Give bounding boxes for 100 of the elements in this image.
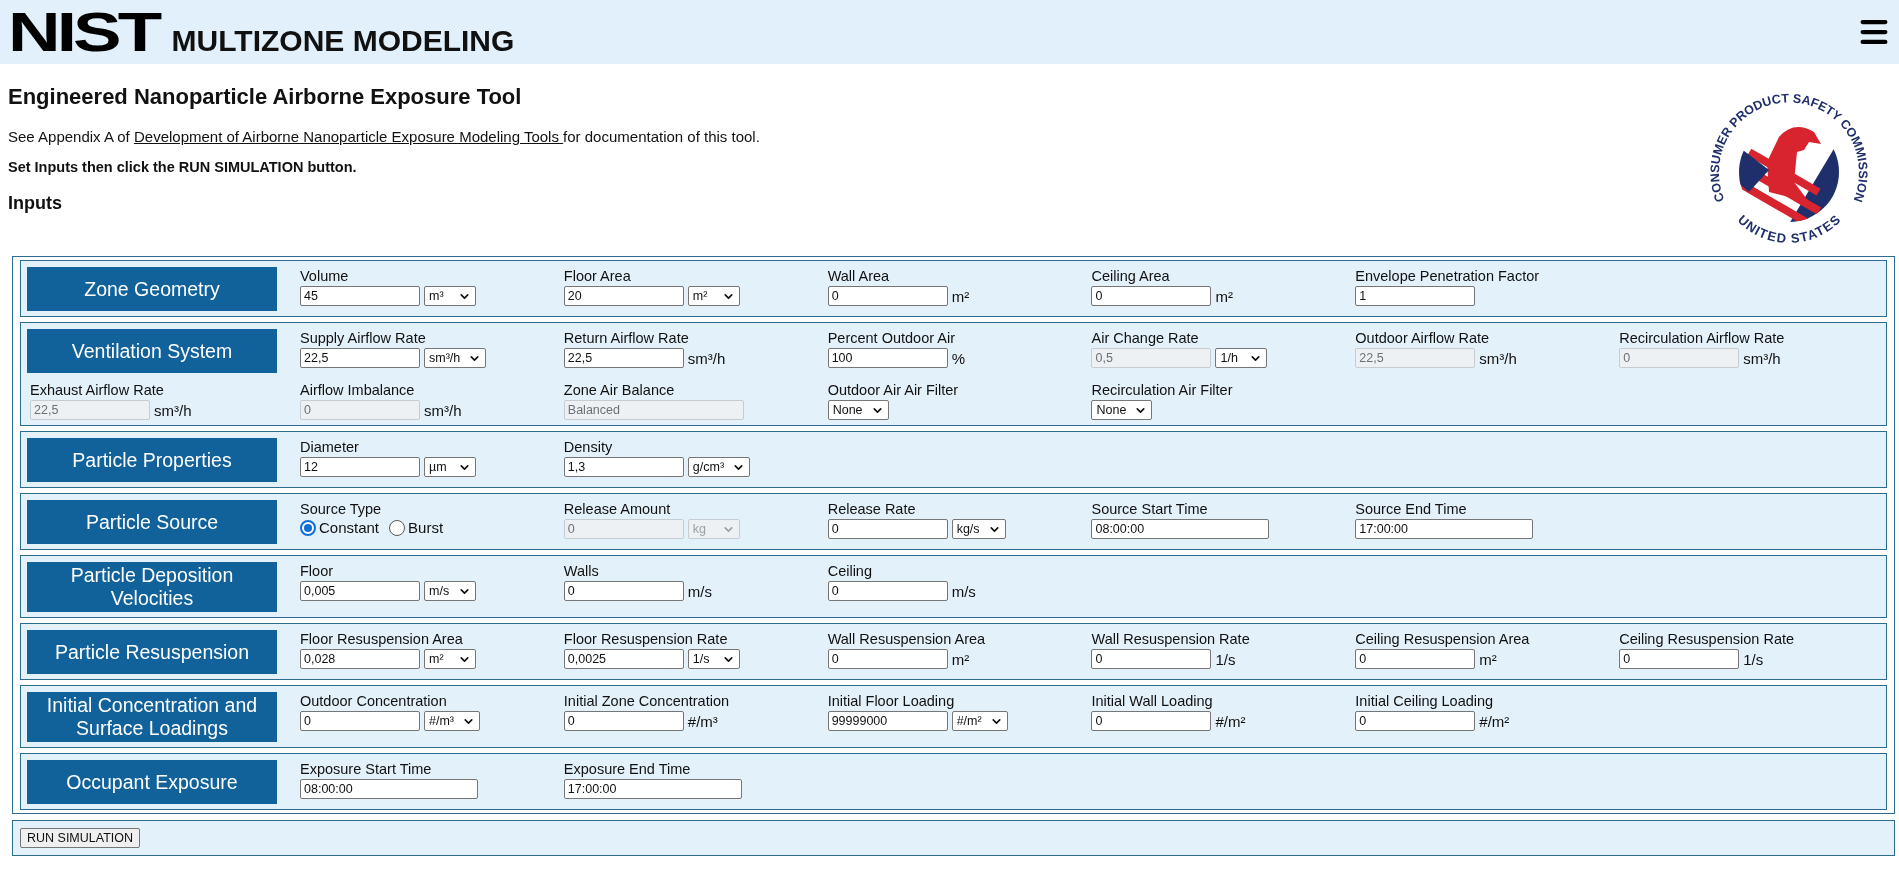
dropdown-select[interactable]: kg/s (951, 519, 1006, 539)
unit-label: m² (951, 650, 970, 668)
unit-label: #/m² (1479, 712, 1510, 730)
text-field[interactable]: 0 (300, 711, 420, 731)
text-field[interactable]: 20 (563, 286, 684, 306)
text-field[interactable]: 0 (827, 649, 948, 669)
dropdown-select[interactable]: µm (424, 457, 476, 477)
section-title: Particle Source (27, 500, 277, 544)
text-field[interactable]: 17:00:00 (1355, 519, 1534, 539)
radio-option[interactable]: Burst (389, 519, 444, 536)
dropdown-select[interactable]: g/cm³ (687, 457, 751, 477)
dropdown-select[interactable]: m/s (424, 581, 476, 601)
unit-label: m/s (687, 582, 712, 600)
section-title: Occupant Exposure (27, 760, 277, 804)
field-label: Outdoor Concentration (300, 692, 448, 710)
text-field[interactable]: 0 (563, 581, 684, 601)
unit-label: sm³/h (687, 349, 726, 367)
text-field[interactable]: 0 (1619, 649, 1740, 669)
radio-option[interactable]: Constant (300, 519, 380, 536)
text-field[interactable]: 45 (300, 286, 420, 306)
dropdown-select[interactable]: m³ (424, 286, 476, 306)
dropdown-select[interactable]: sm³/h (424, 348, 487, 368)
text-field[interactable]: 0 (1355, 649, 1476, 669)
text-field[interactable]: 0 (827, 286, 948, 306)
section-title: Particle Properties (27, 438, 277, 482)
brand-logo: NIST (8, 10, 159, 54)
field-label: Envelope Penetration Factor (1355, 267, 1541, 285)
unit-label: m² (951, 287, 970, 305)
run-simulation-button[interactable]: RUN SIMULATION (20, 828, 141, 848)
field-label: Density (563, 438, 614, 456)
instruction-text: Set Inputs then click the RUN SIMULATION button. (8, 159, 358, 175)
section-title: Particle Deposition Velocities (27, 562, 277, 612)
unit-label: 1/s (1743, 650, 1764, 668)
field-label: Wall Resuspension Rate (1091, 630, 1251, 648)
field-label: Source Start Time (1091, 500, 1209, 518)
dropdown-select[interactable]: 1/s (687, 649, 740, 669)
unit-label: m² (1215, 287, 1233, 305)
text-field[interactable]: 1 (1355, 286, 1476, 306)
text-field[interactable]: 0 (1091, 286, 1212, 306)
text-field[interactable]: 22,5 (563, 348, 684, 368)
unit-label: m/s (951, 582, 976, 600)
text-field[interactable]: 22,5 (300, 348, 420, 368)
dropdown-select[interactable]: m² (424, 649, 476, 669)
inputs-heading: Inputs (8, 193, 63, 214)
unit-label: m² (1479, 650, 1497, 668)
field-label: Wall Area (827, 267, 891, 285)
text-field[interactable]: 0 (1091, 649, 1212, 669)
unit-label: sm³/h (154, 401, 192, 419)
unit-label: #/m³ (687, 712, 718, 730)
field-label: Initial Wall Loading (1091, 692, 1214, 710)
field-label: Source Type (300, 500, 383, 518)
unit-label: 1/s (1215, 650, 1236, 668)
field-label: Initial Ceiling Loading (1355, 692, 1495, 710)
field-label: Ceiling Area (1091, 267, 1171, 285)
field-label: Recirculation Air Filter (1091, 381, 1234, 399)
text-field[interactable]: 0,028 (300, 649, 420, 669)
text-field[interactable]: 100 (827, 348, 948, 368)
dropdown-select[interactable]: #/m³ (424, 711, 480, 731)
field-label: Ceiling Resuspension Area (1355, 630, 1531, 648)
field-label: Ceiling Resuspension Rate (1619, 630, 1796, 648)
text-field[interactable]: 99999000 (827, 711, 948, 731)
intro-text: See Appendix A of Development of Airborne Nanoparticle Exposure Modeling Tools for documentation of this tool. (8, 128, 760, 145)
field-label: Source End Time (1355, 500, 1468, 518)
dropdown-select[interactable]: None (1091, 400, 1153, 420)
text-field[interactable]: 0 (827, 519, 948, 539)
text-field[interactable]: 12 (300, 457, 420, 477)
text-field[interactable]: 0 (1091, 711, 1212, 731)
unit-label: % (951, 349, 965, 367)
text-field[interactable]: 08:00:00 (1091, 519, 1270, 539)
page-title: Engineered Nanoparticle Airborne Exposure Tool (8, 84, 523, 110)
unit-label: sm³/h (1479, 349, 1517, 367)
dropdown-select[interactable]: None (827, 400, 889, 420)
field-label: Wall Resuspension Area (827, 630, 987, 648)
text-field[interactable]: 17:00:00 (563, 779, 742, 799)
field-label: Initial Floor Loading (827, 692, 956, 710)
text-field[interactable]: 0 (827, 581, 948, 601)
field-label: Release Rate (827, 500, 917, 518)
unit-label: sm³/h (1743, 349, 1781, 367)
field-label: Supply Airflow Rate (300, 329, 427, 347)
field-label: Walls (563, 562, 600, 580)
field-label: Exposure Start Time (300, 760, 433, 778)
section-title: Particle Resuspension (27, 630, 277, 674)
field-label: Outdoor Airflow Rate (1355, 329, 1491, 347)
field-label: Recirculation Airflow Rate (1619, 329, 1786, 347)
text-field[interactable]: 1,3 (563, 457, 684, 477)
field-label: Floor Area (563, 267, 632, 285)
field-label: Return Airflow Rate (563, 329, 690, 347)
text-field[interactable]: 0,005 (300, 581, 420, 601)
field-label: Air Change Rate (1091, 329, 1200, 347)
text-field[interactable]: 0 (1355, 711, 1476, 731)
dropdown-select[interactable]: #/m² (951, 711, 1008, 731)
dropdown-select[interactable]: m² (687, 286, 740, 306)
unit-label: #/m² (1215, 712, 1246, 730)
text-field[interactable]: 08:00:00 (300, 779, 478, 799)
text-field[interactable]: 0,0025 (563, 649, 684, 669)
documentation-link[interactable]: Development of Airborne Nanoparticle Exposure Modeling Tools (133, 128, 564, 145)
text-field[interactable]: 0 (563, 711, 684, 731)
field-label: Floor Resuspension Rate (563, 630, 729, 648)
field-label: Percent Outdoor Air (827, 329, 956, 347)
field-label: Ceiling (827, 562, 873, 580)
